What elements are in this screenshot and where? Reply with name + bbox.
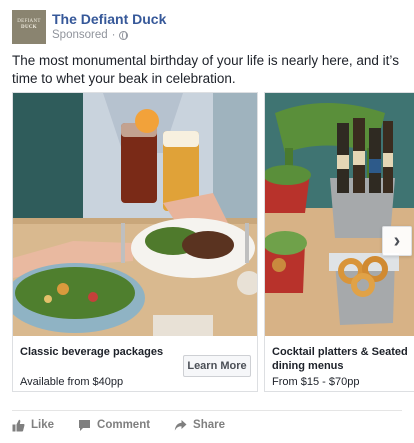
avatar[interactable]: DEFIANT DUCK xyxy=(12,10,46,44)
actions-divider xyxy=(12,410,402,411)
chevron-right-icon: › xyxy=(393,230,401,252)
sponsored-label[interactable]: Sponsored xyxy=(52,29,108,41)
card-image-platters[interactable] xyxy=(265,93,414,336)
post-meta: Sponsored · xyxy=(52,29,129,41)
share-icon xyxy=(174,419,187,430)
carousel-next-button[interactable]: › xyxy=(382,226,412,256)
card-subtitle: From $15 - $70pp xyxy=(272,376,360,388)
sponsored-post: DEFIANT DUCK The Defiant Duck Sponsored … xyxy=(0,0,414,443)
carousel-card-beverages[interactable]: Classic beverage packages Available from… xyxy=(12,92,258,392)
share-button[interactable]: Share xyxy=(174,419,225,432)
ad-carousel: Classic beverage packages Available from… xyxy=(12,92,414,392)
comment-icon xyxy=(79,419,91,431)
page-name-link[interactable]: The Defiant Duck xyxy=(52,11,166,27)
card-title[interactable]: Classic beverage packages xyxy=(20,345,163,359)
avatar-text-bottom: DUCK xyxy=(21,25,37,30)
globe-icon xyxy=(119,30,129,40)
post-message: The most monumental birthday of your lif… xyxy=(12,53,399,86)
card-image-beverages[interactable] xyxy=(13,93,257,336)
post-actions: Like Comment Share xyxy=(12,414,249,436)
comment-label: Comment xyxy=(97,419,151,431)
share-label: Share xyxy=(193,419,226,431)
comment-button[interactable]: Comment xyxy=(78,419,150,432)
card-title[interactable]: Cocktail platters & Seated dining menus xyxy=(272,345,414,373)
like-button[interactable]: Like xyxy=(12,419,54,432)
card-subtitle: Available from $40pp xyxy=(20,376,124,388)
thumbs-up-icon xyxy=(12,419,25,431)
learn-more-button[interactable]: Learn More xyxy=(183,355,251,377)
meta-separator: · xyxy=(111,29,116,41)
like-label: Like xyxy=(31,419,55,431)
